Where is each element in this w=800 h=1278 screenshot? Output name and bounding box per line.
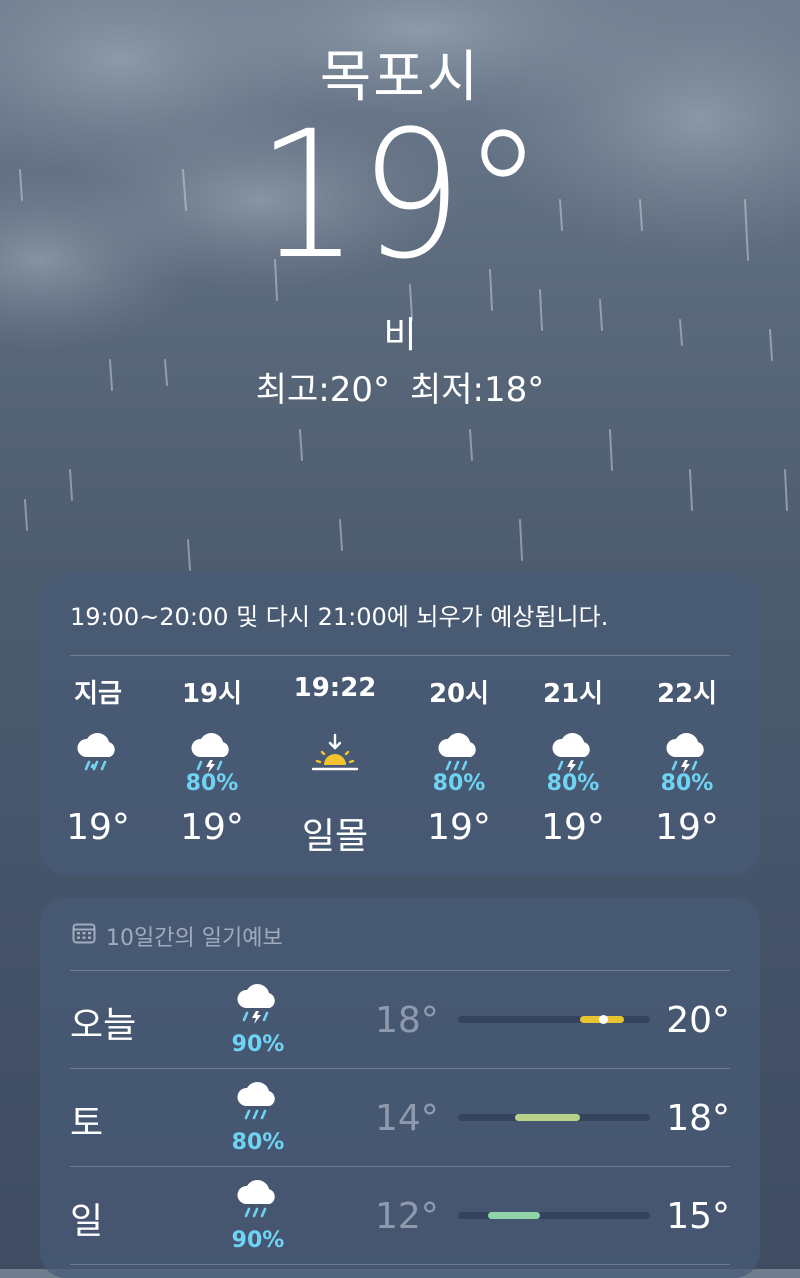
low-temperature: 18° bbox=[375, 1000, 439, 1041]
day-label: 일 bbox=[70, 1201, 104, 1242]
hour-item[interactable]: 22시 80% 19° bbox=[632, 673, 742, 848]
temperature-range-bar bbox=[458, 1015, 650, 1024]
low-temperature: 12° bbox=[375, 1196, 439, 1237]
cloud-bolt-rain-icon bbox=[237, 984, 275, 1024]
cloud-rain-icon bbox=[237, 1082, 275, 1120]
cloud-rain-icon bbox=[237, 1180, 275, 1218]
hour-label: 22시 bbox=[656, 679, 718, 709]
high-temperature: 15° bbox=[666, 1196, 730, 1237]
low-temperature: 최저:18° bbox=[410, 370, 545, 410]
hour-temperature: 19° bbox=[655, 807, 719, 848]
hour-temperature: 19° bbox=[541, 807, 605, 848]
hour-temperature: 19° bbox=[427, 807, 491, 848]
high-temperature: 18° bbox=[666, 1098, 730, 1139]
low-temperature: 14° bbox=[375, 1098, 439, 1139]
daily-row[interactable]: 일 90% 12° 15° bbox=[70, 1166, 730, 1263]
hourly-forecast-card[interactable]: 19:00~20:00 및 다시 21:00에 뇌우가 예상됩니다. 지금 19… bbox=[40, 573, 760, 875]
daily-forecast-card[interactable]: 10일간의 일기예보 오늘 90% 18° 20° 토 80% 14° 18° … bbox=[40, 898, 760, 1278]
precip-chance: 80% bbox=[231, 1130, 285, 1155]
hour-item[interactable]: 19:22 일몰 bbox=[280, 673, 390, 859]
hour-label: 19:22 bbox=[293, 673, 377, 703]
sunset-label: 일몰 bbox=[301, 816, 369, 857]
hour-temperature: 19° bbox=[180, 807, 244, 848]
precip-chance: 80% bbox=[660, 771, 714, 796]
hour-label: 지금 bbox=[74, 679, 122, 709]
hourly-summary: 19:00~20:00 및 다시 21:00에 뇌우가 예상됩니다. bbox=[70, 603, 609, 631]
precip-chance: 80% bbox=[432, 771, 486, 796]
precip-chance: 90% bbox=[231, 1032, 285, 1057]
temperature-range-bar bbox=[458, 1114, 650, 1121]
hour-item[interactable]: 지금 19° bbox=[43, 673, 153, 848]
hour-label: 19시 bbox=[181, 679, 243, 709]
current-temp-dot bbox=[599, 1015, 608, 1024]
temperature-range-fill bbox=[515, 1114, 580, 1121]
hour-item[interactable]: 21시 80% 19° bbox=[518, 673, 628, 848]
precip-chance: 80% bbox=[546, 771, 600, 796]
day-label: 오늘 bbox=[70, 1005, 137, 1046]
high-temperature: 최고:20° bbox=[255, 370, 390, 410]
daily-forecast-header: 10일간의 일기예보 bbox=[72, 920, 283, 952]
current-condition: 비 bbox=[383, 315, 417, 356]
daily-row[interactable]: 토 80% 14° 18° bbox=[70, 1068, 730, 1165]
calendar-icon bbox=[72, 922, 96, 950]
hour-label: 20시 bbox=[428, 679, 490, 709]
day-label: 토 bbox=[70, 1103, 104, 1144]
hour-item[interactable]: 19시 80% 19° bbox=[157, 673, 267, 848]
hour-label: 21시 bbox=[542, 679, 604, 709]
daily-row[interactable]: 오늘 90% 18° 20° bbox=[70, 970, 730, 1067]
precip-chance: 80% bbox=[185, 771, 239, 796]
hour-temperature: 19° bbox=[66, 807, 130, 848]
hour-item[interactable]: 20시 80% 19° bbox=[404, 673, 514, 848]
temperature-range-bar bbox=[458, 1212, 650, 1219]
precip-chance: 90% bbox=[231, 1228, 285, 1253]
divider bbox=[70, 1264, 730, 1265]
daily-forecast-title: 10일간의 일기예보 bbox=[106, 926, 283, 951]
temperature-range-fill bbox=[488, 1212, 540, 1219]
current-temperature: 19° bbox=[256, 93, 544, 298]
high-temperature: 20° bbox=[666, 1000, 730, 1041]
divider bbox=[70, 655, 730, 656]
high-low-temperature: 최고:20° 최저:18° bbox=[0, 362, 800, 411]
